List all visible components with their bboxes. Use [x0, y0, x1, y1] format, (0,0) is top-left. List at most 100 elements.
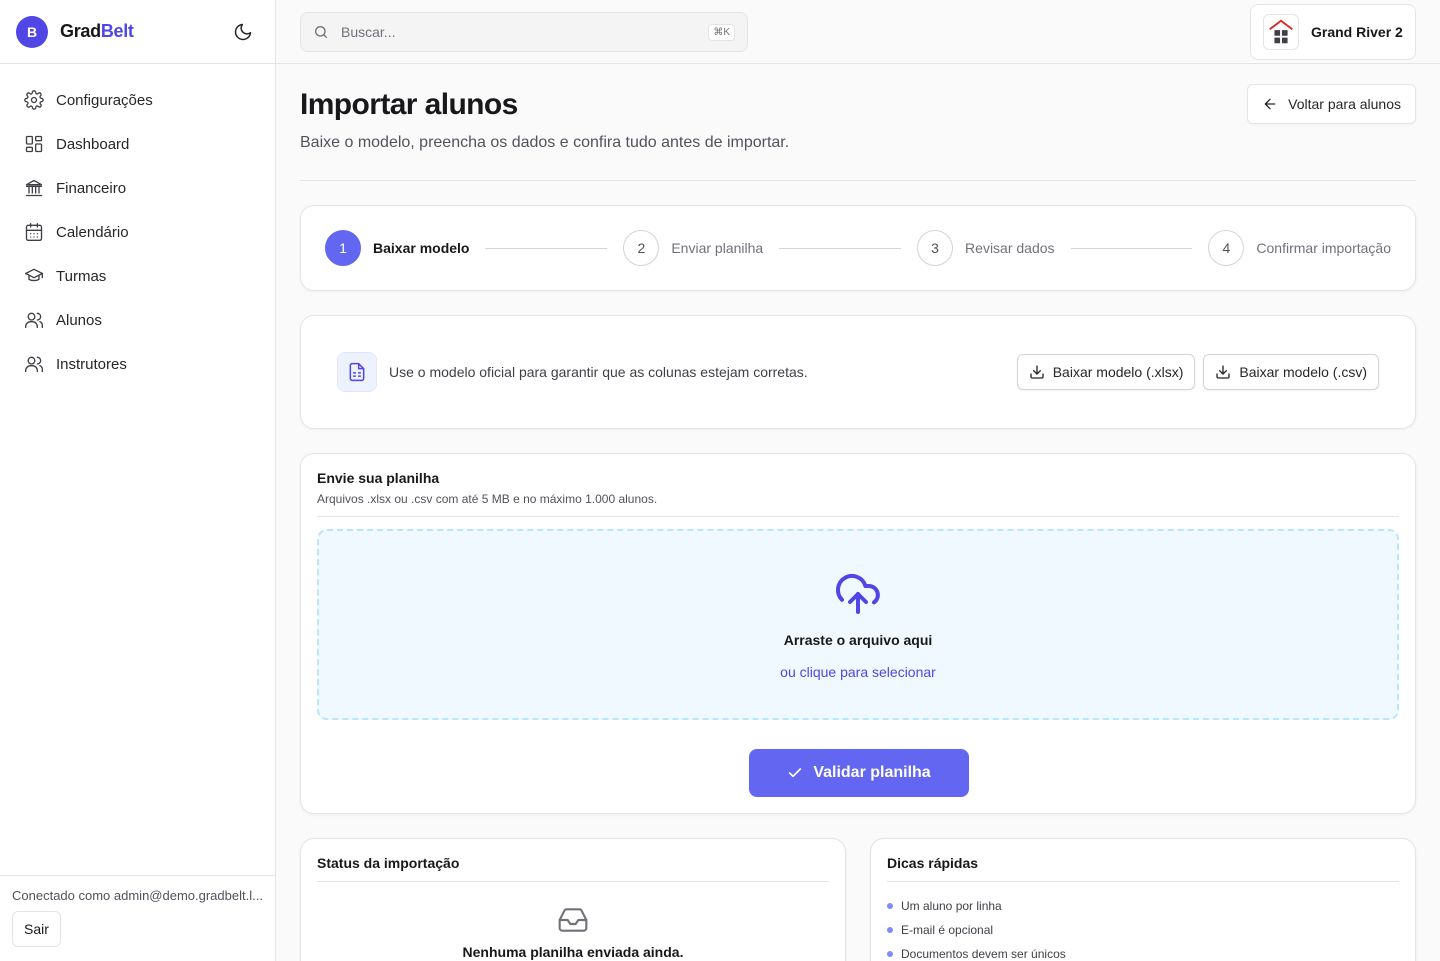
- users-icon: [25, 312, 43, 329]
- step-number: 2: [623, 230, 660, 266]
- step-download-template[interactable]: 1 Baixar modelo: [325, 230, 469, 266]
- step-number: 3: [917, 230, 954, 266]
- sidebar-item-label: Dashboard: [56, 135, 130, 153]
- step-label: Enviar planilha: [671, 240, 764, 256]
- search-bar[interactable]: ⌘K: [300, 12, 748, 52]
- tip-text: Documentos devem ser únicos: [901, 947, 1066, 961]
- bullet-icon: [887, 903, 893, 909]
- download-csv-label: Baixar modelo (.csv): [1239, 364, 1367, 380]
- search-icon: [315, 26, 327, 38]
- step-connector: [779, 247, 902, 249]
- download-icon: [1216, 365, 1231, 379]
- back-button-label: Voltar para alunos: [1288, 96, 1401, 112]
- upload-title: Envie sua planilha: [317, 470, 440, 486]
- download-xlsx-label: Baixar modelo (.xlsx): [1052, 364, 1184, 380]
- download-xlsx-button[interactable]: Baixar modelo (.xlsx): [1016, 354, 1196, 390]
- sidebar-item-configuracoes[interactable]: Configurações: [12, 78, 263, 122]
- gear-icon: [24, 90, 44, 110]
- back-to-students-button[interactable]: Voltar para alunos: [1247, 84, 1416, 124]
- organization-name: Grand River 2: [1311, 24, 1403, 40]
- status-empty-state: Nenhuma planilha enviada ainda.: [317, 904, 829, 960]
- organization-switcher[interactable]: Grand River 2: [1250, 4, 1416, 60]
- sidebar-item-instrutores[interactable]: Instrutores: [12, 342, 263, 386]
- cloud-upload-icon: [836, 573, 880, 614]
- status-divider: [317, 881, 829, 882]
- building-icon: [1269, 19, 1293, 44]
- sidebar-item-turmas[interactable]: Turmas: [12, 254, 263, 298]
- status-title: Status da importação: [317, 855, 460, 871]
- search-input[interactable]: [341, 24, 709, 40]
- sidebar-item-label: Calendário: [56, 223, 129, 241]
- topbar: ⌘K Grand River 2: [276, 0, 1440, 64]
- calendar-icon: [25, 223, 43, 241]
- tips-list: Um aluno por linha E-mail é opcional Doc…: [887, 894, 1399, 961]
- sidebar-item-dashboard[interactable]: Dashboard: [12, 122, 263, 166]
- import-status-card: Status da importação Nenhuma planilha en…: [300, 838, 846, 961]
- tip-item: E-mail é opcional: [887, 918, 1399, 942]
- template-description: Use o modelo oficial para garantir que a…: [389, 364, 808, 380]
- spreadsheet-file-icon: [337, 352, 377, 392]
- arrow-left-icon: [1264, 98, 1276, 110]
- select-file-link[interactable]: ou clique para selecionar: [780, 664, 936, 680]
- download-buttons: Baixar modelo (.xlsx) Baixar modelo (.cs…: [1016, 354, 1379, 390]
- sidebar-item-financeiro[interactable]: Financeiro: [12, 166, 263, 210]
- download-icon: [1030, 365, 1044, 379]
- brand-name-part1: Grad: [60, 21, 101, 41]
- dropzone-title: Arraste o arquivo aqui: [783, 631, 933, 648]
- download-csv-button[interactable]: Baixar modelo (.csv): [1203, 354, 1379, 390]
- brand-logo[interactable]: GradBelt: [60, 21, 134, 42]
- step-label: Revisar dados: [965, 240, 1055, 256]
- step-number: 4: [1208, 230, 1245, 266]
- step-review-data[interactable]: 3 Revisar dados: [917, 230, 1055, 266]
- upload-card: Envie sua planilha Arquivos .xlsx ou .cs…: [300, 453, 1416, 814]
- validate-button-label: Validar planilha: [813, 764, 931, 781]
- search-shortcut-badge: ⌘K: [708, 23, 735, 41]
- users-icon: [25, 356, 43, 373]
- tip-text: Um aluno por linha: [901, 899, 1002, 913]
- page-subtitle: Baixe o modelo, preencha os dados e conf…: [300, 134, 790, 151]
- step-connector: [485, 247, 608, 249]
- bank-icon: [25, 179, 43, 197]
- validate-spreadsheet-button[interactable]: Validar planilha: [749, 749, 969, 797]
- sidebar-item-alunos[interactable]: Alunos: [12, 298, 263, 342]
- step-label: Confirmar importação: [1256, 240, 1392, 256]
- header-divider: [300, 180, 1416, 181]
- check-icon: [789, 768, 802, 778]
- tip-item: Um aluno por linha: [887, 894, 1399, 918]
- tip-text: E-mail é opcional: [901, 923, 994, 937]
- upload-divider: [317, 516, 1399, 517]
- tips-divider: [887, 881, 1399, 882]
- brand-name-part2: Belt: [100, 21, 134, 41]
- upload-description: Arquivos .xlsx ou .csv com até 5 MB e no…: [317, 492, 658, 506]
- moon-icon: [234, 23, 252, 40]
- import-stepper: 1 Baixar modelo 2 Enviar planilha 3 Revi…: [300, 205, 1416, 291]
- template-download-card: Use o modelo oficial para garantir que a…: [300, 315, 1416, 429]
- file-dropzone[interactable]: Arraste o arquivo aqui ou clique para se…: [317, 529, 1399, 720]
- bullet-icon: [887, 927, 893, 933]
- brand-header: B GradBelt: [0, 0, 275, 64]
- brand-avatar[interactable]: B: [16, 15, 48, 48]
- quick-tips-card: Dicas rápidas Um aluno por linha E-mail …: [870, 838, 1416, 961]
- sidebar-nav: Configurações Dashboard Financeiro Calen…: [0, 64, 275, 400]
- step-number: 1: [325, 230, 361, 266]
- logout-button[interactable]: Sair: [12, 911, 61, 947]
- organization-logo: [1263, 14, 1299, 50]
- graduation-cap-icon: [25, 268, 43, 282]
- sidebar-item-calendario[interactable]: Calendário: [12, 210, 263, 254]
- sidebar-item-label: Financeiro: [56, 179, 127, 197]
- sidebar-item-label: Instrutores: [56, 355, 127, 373]
- sidebar: B GradBelt Configurações Dashboard Finan…: [0, 0, 276, 961]
- tips-title: Dicas rápidas: [887, 855, 979, 871]
- step-confirm-import[interactable]: 4 Confirmar importação: [1208, 230, 1391, 266]
- sidebar-item-label: Alunos: [56, 311, 102, 329]
- sidebar-footer: Conectado como admin@demo.gradbelt.l... …: [0, 875, 275, 961]
- inbox-icon: [558, 908, 588, 932]
- theme-toggle-button[interactable]: [227, 16, 259, 48]
- sidebar-item-label: Turmas: [56, 267, 107, 285]
- tip-item: Documentos devem ser únicos: [887, 942, 1399, 961]
- step-connector: [1070, 247, 1193, 249]
- page-title: Importar alunos: [300, 88, 518, 121]
- sidebar-item-label: Configurações: [56, 91, 153, 109]
- step-label: Baixar modelo: [373, 240, 470, 256]
- step-upload-spreadsheet[interactable]: 2 Enviar planilha: [623, 230, 763, 266]
